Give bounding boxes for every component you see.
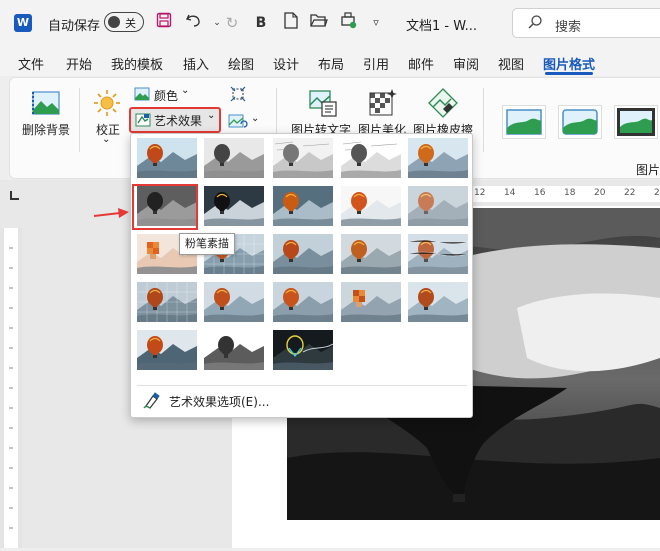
undo-icon[interactable]	[183, 12, 205, 34]
picture-to-text-icon[interactable]	[308, 87, 340, 119]
tab-stop-selector-icon[interactable]	[8, 190, 20, 202]
artistic-effects-button[interactable]: 艺术效果 ⌄	[129, 107, 221, 133]
tab-home[interactable]: 开始	[66, 54, 92, 73]
marker-icon[interactable]	[204, 330, 264, 370]
search-icon	[527, 14, 543, 30]
vertical-ruler[interactable]	[0, 228, 22, 548]
search-box[interactable]: 搜索	[512, 8, 660, 38]
search-placeholder: 搜索	[555, 20, 582, 35]
color-dropdown-icon[interactable]: ⌄	[181, 85, 189, 96]
picture-eraser-icon[interactable]	[427, 87, 459, 119]
customize-toolbar-icon[interactable]: ▿	[365, 12, 387, 34]
redo-icon[interactable]: ↻	[221, 12, 243, 34]
crisscross-etching-icon[interactable]	[204, 282, 264, 322]
photocopy-icon[interactable]	[137, 330, 197, 370]
texturizer-icon[interactable]	[137, 282, 197, 322]
picture-style-3[interactable]	[614, 105, 658, 139]
ruler-tick: 20	[594, 188, 606, 198]
change-picture-icon[interactable]	[228, 114, 248, 130]
open-folder-icon[interactable]	[308, 12, 330, 34]
tab-design[interactable]: 设计	[273, 54, 299, 73]
corrections-dropdown-icon[interactable]: ⌄	[102, 134, 110, 145]
glass-icon[interactable]	[408, 234, 468, 274]
remove-background-icon[interactable]	[30, 88, 64, 118]
autosave-toggle[interactable]: 关	[104, 12, 144, 32]
autosave-label: 自动保存	[48, 19, 101, 34]
glow-diffused-icon[interactable]	[341, 186, 401, 226]
tab-view[interactable]: 视图	[498, 54, 524, 73]
save-icon[interactable]	[153, 12, 175, 34]
artistic-effects-label: 艺术效果	[154, 114, 203, 128]
paint-brush-icon[interactable]	[273, 186, 333, 226]
ruler-tick: 14	[504, 188, 516, 198]
document-title: 文档1 - W...	[406, 19, 477, 34]
menu-divider	[137, 385, 467, 386]
effect-tooltip: 粉笔素描	[179, 233, 235, 255]
ruler-tick: 16	[534, 188, 546, 198]
remove-background-label[interactable]: 删除背景	[22, 121, 70, 138]
none-icon[interactable]	[137, 138, 197, 178]
paint-strokes-icon[interactable]	[204, 186, 264, 226]
blur-icon[interactable]	[408, 186, 468, 226]
vertical-ruler-track	[4, 228, 18, 548]
print-preview-icon[interactable]	[338, 12, 360, 34]
corrections-icon[interactable]	[92, 88, 122, 118]
pointer-arrow-icon	[93, 207, 130, 219]
plastic-wrap-icon[interactable]	[273, 234, 333, 274]
ruler-tick: 24	[654, 188, 660, 198]
cement-icon[interactable]	[341, 234, 401, 274]
tab-layout[interactable]: 布局	[318, 54, 344, 73]
glow-edges-icon[interactable]	[273, 330, 333, 370]
pencil-grayscale-icon[interactable]	[204, 138, 264, 178]
pastels-smooth-icon[interactable]	[273, 282, 333, 322]
new-document-icon[interactable]	[280, 12, 302, 34]
picture-beautify-icon[interactable]	[367, 87, 399, 119]
watercolor-sponge-icon[interactable]	[408, 138, 468, 178]
artistic-effects-icon	[135, 113, 151, 127]
tab-review[interactable]: 审阅	[453, 54, 479, 73]
change-picture-dropdown-icon[interactable]: ⌄	[251, 113, 259, 124]
tab-file[interactable]: 文件	[18, 54, 44, 73]
ruler-tick: 18	[564, 188, 576, 198]
pencil-sketch-icon[interactable]	[273, 138, 333, 178]
artistic-effects-options-icon	[143, 392, 161, 410]
artistic-effects-options[interactable]: 艺术效果选项(E)...	[169, 393, 269, 410]
horizontal-ruler[interactable]: 12 14 16 18 20 22 24	[470, 186, 660, 202]
ribbon-separator	[79, 88, 80, 152]
tab-mailings[interactable]: 邮件	[408, 54, 434, 73]
compress-pictures-icon[interactable]	[230, 86, 246, 102]
tab-my-templates[interactable]: 我的模板	[111, 54, 163, 73]
picture-style-1[interactable]	[502, 105, 546, 139]
ruler-tick: 12	[474, 188, 486, 198]
ruler-tick: 22	[624, 188, 636, 198]
autosave-state: 关	[125, 17, 136, 30]
color-icon[interactable]	[134, 87, 150, 101]
bold-button[interactable]: B	[250, 12, 272, 34]
tab-references[interactable]: 引用	[363, 54, 389, 73]
tab-picture-format[interactable]: 图片格式	[543, 54, 595, 73]
active-tab-indicator	[545, 72, 593, 75]
picture-style-2[interactable]	[558, 105, 602, 139]
word-app-icon: W	[14, 14, 32, 32]
color-label[interactable]: 颜色	[154, 87, 178, 104]
tab-insert[interactable]: 插入	[183, 54, 209, 73]
film-grain-icon[interactable]	[341, 282, 401, 322]
ribbon-separator	[483, 88, 484, 152]
tab-draw[interactable]: 绘图	[228, 54, 254, 73]
artistic-effects-menu: 艺术效果选项(E)...	[130, 133, 473, 418]
selected-effect-highlight	[132, 184, 198, 230]
artistic-effects-dropdown-icon: ⌄	[207, 110, 216, 121]
toggle-knob	[108, 16, 120, 28]
cutout-icon[interactable]	[408, 282, 468, 322]
ribbon-tabs: 文件 开始 我的模板 插入 绘图 设计 布局 引用 邮件 审阅 视图 图片格式	[0, 46, 660, 76]
title-bar: W 自动保存 关 ⌄ ↻ B ▿ 文档1 - W... 搜索	[0, 0, 660, 46]
line-drawing-icon[interactable]	[341, 138, 401, 178]
